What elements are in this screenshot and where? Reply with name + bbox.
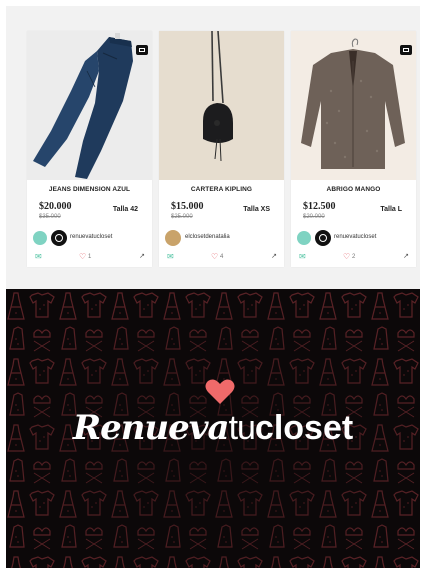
- card-actions: ✉ ♡ 4 ↗: [167, 253, 277, 263]
- jeans-image: [27, 31, 152, 180]
- like-count: 1: [88, 254, 92, 260]
- product-card[interactable]: ABRIGO MANGO $12.500 $20.000 Talla L ren…: [291, 31, 416, 267]
- seller-row[interactable]: renuevatucloset: [33, 230, 148, 246]
- product-old-price: $35.000: [39, 214, 61, 220]
- seller-badge-icon: [33, 231, 47, 245]
- heart-icon[interactable]: ♡: [211, 253, 218, 261]
- product-card[interactable]: JEANS DIMENSION AZUL $20.000 $35.000 Tal…: [27, 31, 152, 267]
- heart-icon[interactable]: ♡: [79, 253, 86, 261]
- heart-icon: [205, 379, 235, 404]
- logo-word-renueva: Renueva: [72, 408, 230, 448]
- seller-badge-icon: [297, 231, 311, 245]
- product-photo[interactable]: [291, 31, 416, 180]
- product-price: $20.000: [39, 201, 72, 212]
- avatar[interactable]: [51, 230, 67, 246]
- product-title[interactable]: CARTERA KIPLING: [159, 186, 284, 193]
- avatar[interactable]: [315, 230, 331, 246]
- share-arrow-icon[interactable]: ↗: [271, 253, 277, 261]
- logo-word-tu: tu: [228, 409, 256, 447]
- seller-name[interactable]: renuevatucloset: [70, 234, 112, 240]
- product-card[interactable]: CARTERA KIPLING $15.000 $25.000 Talla XS…: [159, 31, 284, 267]
- photo-badge-icon: [136, 45, 148, 55]
- product-price: $15.000: [171, 201, 204, 212]
- brand-logo: Renuevatucloset: [6, 408, 420, 448]
- product-title[interactable]: JEANS DIMENSION AZUL: [27, 186, 152, 193]
- seller-row[interactable]: renuevatucloset: [297, 230, 412, 246]
- product-old-price: $20.000: [303, 214, 325, 220]
- seller-row[interactable]: elclosetdenatalia: [165, 230, 280, 246]
- logo-word-closet: closet: [254, 409, 354, 447]
- like-count: 2: [352, 254, 356, 260]
- card-actions: ✉ ♡ 1 ↗: [35, 253, 145, 263]
- chat-bubble-icon[interactable]: ✉: [299, 253, 306, 261]
- product-photo[interactable]: [159, 31, 284, 180]
- product-photo[interactable]: [27, 31, 152, 180]
- product-size: Talla 42: [112, 206, 138, 213]
- product-grid: JEANS DIMENSION AZUL $20.000 $35.000 Tal…: [6, 6, 420, 289]
- photo-badge-icon: [400, 45, 412, 55]
- card-actions: ✉ ♡ 2 ↗: [299, 253, 409, 263]
- bag-image: [159, 31, 284, 180]
- product-title[interactable]: ABRIGO MANGO: [291, 186, 416, 193]
- product-price: $12.500: [303, 201, 336, 212]
- chat-bubble-icon[interactable]: ✉: [35, 253, 42, 261]
- avatar[interactable]: [165, 230, 181, 246]
- share-arrow-icon[interactable]: ↗: [403, 253, 409, 261]
- like-count: 4: [220, 254, 224, 260]
- product-old-price: $25.000: [171, 214, 193, 220]
- seller-name[interactable]: elclosetdenatalia: [185, 234, 230, 240]
- share-arrow-icon[interactable]: ↗: [139, 253, 145, 261]
- product-size: Talla XS: [243, 206, 270, 213]
- heart-icon[interactable]: ♡: [343, 253, 350, 261]
- chat-bubble-icon[interactable]: ✉: [167, 253, 174, 261]
- product-size: Talla L: [380, 206, 402, 213]
- jacket-image: [291, 31, 416, 180]
- seller-name[interactable]: renuevatucloset: [334, 234, 376, 240]
